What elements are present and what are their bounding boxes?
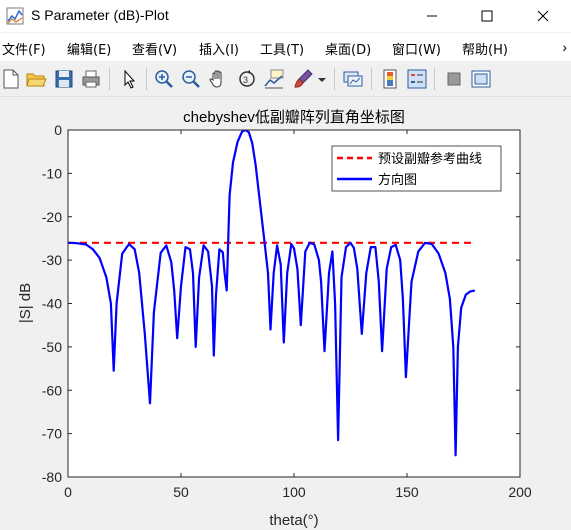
y-tick-label: -30 [42, 252, 62, 268]
menu-overflow-chevron-icon[interactable]: › [562, 39, 567, 55]
menu-view[interactable]: 查看(V) [132, 39, 177, 58]
x-tick-label: 50 [173, 484, 189, 500]
toolbar-separator [146, 68, 147, 90]
open-folder-icon[interactable] [25, 68, 47, 90]
zoom-in-icon[interactable] [153, 68, 175, 90]
x-tick-label: 100 [282, 484, 306, 500]
pointer-icon[interactable] [118, 68, 140, 90]
y-axis-label: |S| dB [17, 283, 34, 323]
minimize-icon [427, 15, 437, 17]
menu-file[interactable]: 文件(F) [2, 39, 46, 58]
y-tick-label: -60 [42, 382, 62, 398]
show-plot-tools-icon[interactable] [470, 68, 492, 90]
menu-tools[interactable]: 工具(T) [260, 39, 304, 58]
x-axis-label: theta(°) [269, 512, 318, 529]
figure-canvas[interactable]: 0 50 100 150 200 0 -10 -20 -30 -40 -50 -60 -70 -80 ch… [0, 97, 571, 530]
link-plot-icon[interactable] [342, 68, 364, 90]
y-tick-label: -80 [42, 469, 62, 485]
y-tick-label: -50 [42, 339, 62, 355]
x-tick-label: 0 [64, 484, 72, 500]
menu-help[interactable]: 帮助(H) [462, 39, 508, 58]
zoom-out-icon[interactable] [180, 68, 202, 90]
svg-text:3: 3 [243, 75, 248, 85]
menu-desktop[interactable]: 桌面(D) [325, 39, 371, 58]
maximize-button[interactable] [464, 0, 510, 32]
menu-window[interactable]: 窗口(W) [392, 39, 441, 58]
y-tick-label: -70 [42, 426, 62, 442]
data-cursor-icon[interactable] [263, 68, 285, 90]
close-icon [537, 10, 549, 22]
y-tick-label: -40 [42, 296, 62, 312]
x-tick-label: 150 [395, 484, 419, 500]
legend-label-pattern: 方向图 [378, 172, 417, 187]
toolbar-separator [109, 68, 110, 90]
close-button[interactable] [520, 0, 566, 32]
legend-label-reference: 预设副瓣参考曲线 [378, 151, 482, 166]
menu-insert[interactable]: 插入(I) [199, 39, 239, 58]
brush-dropdown-icon[interactable] [315, 68, 329, 90]
toolbar-separator [434, 68, 435, 90]
pan-hand-icon[interactable] [207, 68, 229, 90]
plot-axes-svg[interactable]: 0 50 100 150 200 0 -10 -20 -30 -40 -50 -60 -70 -80 ch… [0, 97, 571, 530]
menu-edit[interactable]: 编辑(E) [67, 39, 111, 58]
minimize-button[interactable] [409, 0, 455, 32]
toolbar-separator [371, 68, 372, 90]
brush-icon[interactable] [292, 68, 314, 90]
legend[interactable]: 预设副瓣参考曲线 方向图 [331, 145, 502, 192]
chart-title: chebyshev低副瓣阵列直角坐标图 [183, 109, 405, 126]
y-tick-label: -10 [42, 165, 62, 181]
hide-plot-tools-icon[interactable] [443, 68, 465, 90]
toolbar-separator [334, 68, 335, 90]
window-title: S Parameter (dB)-Plot [31, 7, 169, 23]
colorbar-icon[interactable] [379, 68, 401, 90]
figure-toolbar: 3 [0, 62, 571, 97]
new-file-icon[interactable] [0, 68, 22, 90]
rotate-3d-icon[interactable]: 3 [236, 68, 258, 90]
print-icon[interactable] [80, 68, 102, 90]
matlab-figure-icon [6, 7, 24, 25]
y-tick-label: -20 [42, 209, 62, 225]
menu-bar: 文件(F) 编辑(E) 查看(V) 插入(I) 工具(T) 桌面(D) 窗口(W… [0, 33, 571, 61]
save-icon[interactable] [53, 68, 75, 90]
y-tick-label: 0 [54, 122, 62, 138]
title-bar: S Parameter (dB)-Plot [0, 0, 571, 32]
maximize-icon [481, 10, 493, 22]
x-tick-label: 200 [508, 484, 532, 500]
legend-icon[interactable] [406, 68, 428, 90]
